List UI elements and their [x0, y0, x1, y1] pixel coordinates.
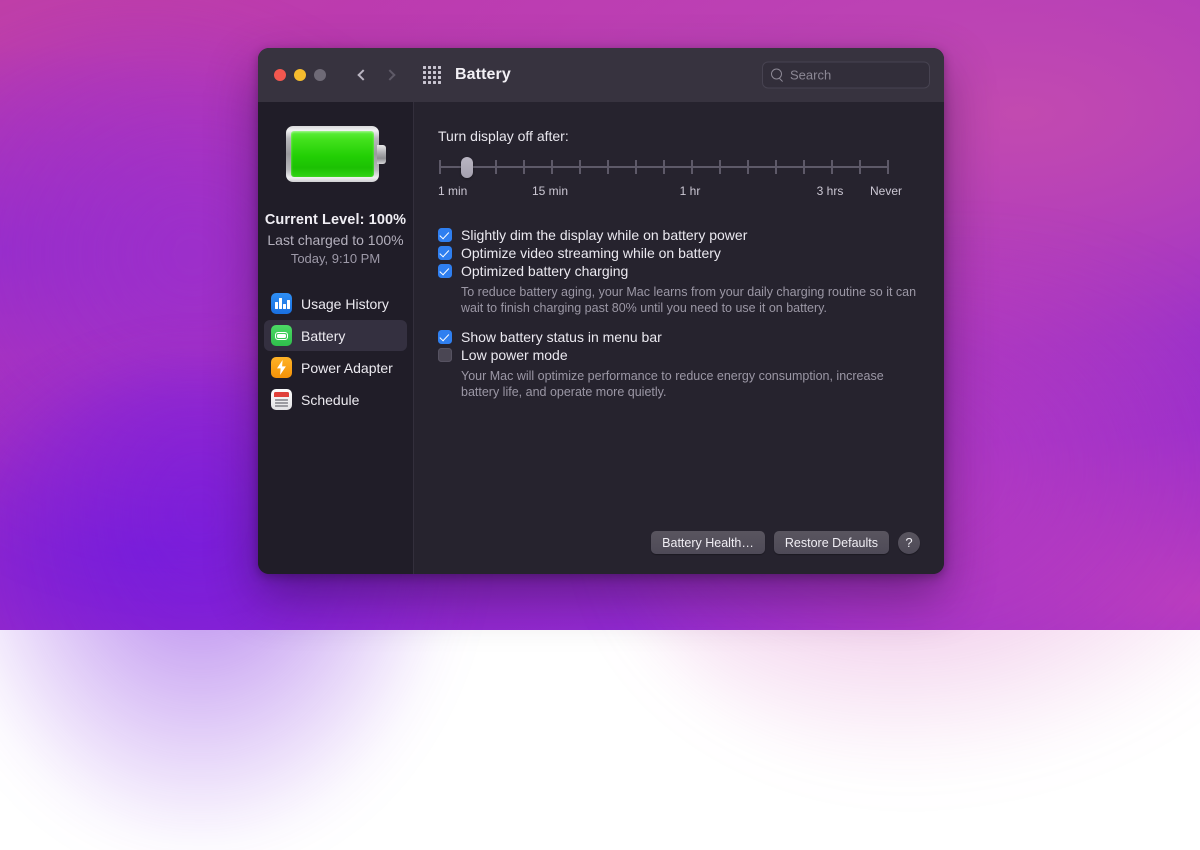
checkbox-group-optimized-charging: Optimized battery charging To reduce bat… [438, 262, 920, 316]
checkbox-group-low-power-mode: Low power mode Your Mac will optimize pe… [438, 346, 920, 400]
checkbox-dim-display[interactable] [438, 228, 452, 242]
forward-button[interactable] [381, 64, 399, 86]
checkbox-label: Low power mode [461, 347, 568, 363]
battery-icon [271, 325, 292, 346]
battery-level-block: Current Level: 100% Last charged to 100%… [258, 212, 413, 266]
current-level-text: Current Level: 100% [264, 212, 407, 228]
checkbox-group-menu-bar-status: Show battery status in menu bar [438, 328, 920, 346]
power-adapter-icon [271, 357, 292, 378]
slider-ticks [439, 160, 889, 174]
slider-tick [551, 160, 553, 174]
window-body: Current Level: 100% Last charged to 100%… [258, 102, 944, 574]
charge-time-text: Today, 9:10 PM [290, 251, 381, 266]
checkbox-list: Slightly dim the display while on batter… [438, 226, 920, 400]
slider-tick [523, 160, 525, 174]
slider-tick-label: 15 min [531, 184, 569, 198]
footer-buttons: Battery Health… Restore Defaults ? [651, 531, 920, 554]
checkbox-row[interactable]: Slightly dim the display while on batter… [438, 226, 920, 244]
battery-terminal [376, 145, 386, 164]
battery-shell [285, 126, 379, 182]
slider-tick [495, 160, 497, 174]
battery-preferences-window: Battery Current Level: 100% Last charged… [258, 48, 944, 574]
checkbox-label: Slightly dim the display while on batter… [461, 227, 748, 243]
slider-tick-label: 1 hr [679, 184, 701, 198]
checkbox-label: Optimized battery charging [461, 263, 629, 279]
slider-tick [831, 160, 833, 174]
checkbox-row[interactable]: Low power mode [438, 346, 920, 364]
checkbox-row[interactable]: Optimized battery charging [438, 262, 920, 280]
traffic-lights [274, 69, 326, 81]
checkbox-group-optimize-video: Optimize video streaming while on batter… [438, 244, 920, 262]
battery-health-button[interactable]: Battery Health… [651, 531, 765, 554]
slider-tick [887, 160, 889, 174]
slider-tick-label: Never [869, 184, 903, 198]
content-pane: Turn display off after: 1 min 15 min 1 hr 3… [414, 102, 944, 574]
sidebar-item-label: Schedule [301, 391, 360, 408]
checkbox-show-battery-status[interactable] [438, 330, 452, 344]
slider-tick [859, 160, 861, 174]
schedule-icon [271, 389, 292, 410]
help-button[interactable]: ? [898, 531, 920, 554]
slider-tick [747, 160, 749, 174]
battery-full-icon [285, 126, 386, 182]
slider-tick [719, 160, 721, 174]
slider-label: Turn display off after: [438, 128, 569, 144]
sidebar-item-power-adapter[interactable]: Power Adapter [264, 352, 407, 383]
slider-tick [663, 160, 665, 174]
checkbox-group-dim-display: Slightly dim the display while on batter… [438, 226, 920, 244]
checkbox-label: Show battery status in menu bar [461, 329, 662, 345]
slider-tick-label: 3 hrs [816, 184, 844, 198]
navigation-arrows [354, 64, 399, 86]
sidebar-item-label: Usage History [301, 295, 389, 312]
chevron-left-icon [357, 69, 369, 81]
sidebar-item-schedule[interactable]: Schedule [264, 384, 407, 415]
optimized-charging-description: To reduce battery aging, your Mac learns… [461, 285, 917, 315]
usage-history-icon [271, 293, 292, 314]
checkbox-row[interactable]: Optimize video streaming while on batter… [438, 244, 920, 262]
sidebar-item-battery[interactable]: Battery [264, 320, 407, 351]
search-icon [771, 68, 784, 82]
slider-tick [439, 160, 441, 174]
slider-tick [691, 160, 693, 174]
grid-view-icon[interactable] [423, 66, 441, 84]
minimize-button-icon[interactable] [294, 69, 306, 81]
back-button[interactable] [354, 64, 372, 86]
checkbox-low-power-mode[interactable] [438, 348, 452, 362]
slider-tick [607, 160, 609, 174]
battery-fill [290, 131, 374, 177]
close-button-icon[interactable] [274, 69, 286, 81]
window-titlebar: Battery [258, 48, 944, 102]
sidebar-item-usage-history[interactable]: Usage History [264, 288, 407, 319]
page-title: Battery [455, 66, 511, 83]
slider-tick [579, 160, 581, 174]
search-field[interactable] [762, 61, 930, 89]
low-power-mode-description: Your Mac will optimize performance to re… [461, 369, 884, 399]
sidebar-item-label: Battery [301, 327, 346, 344]
restore-defaults-button[interactable]: Restore Defaults [773, 531, 889, 554]
slider-thumb[interactable] [461, 157, 473, 178]
last-charged-text: Last charged to 100% [267, 232, 404, 248]
sidebar: Current Level: 100% Last charged to 100%… [258, 102, 414, 574]
display-sleep-slider[interactable]: 1 min 15 min 1 hr 3 hrs Never [438, 157, 920, 204]
slider-tick [635, 160, 637, 174]
checkbox-optimized-charging[interactable] [438, 264, 452, 278]
slider-tick [775, 160, 777, 174]
slider-tick-label: 1 min [438, 184, 468, 198]
search-input[interactable] [790, 67, 921, 83]
sidebar-item-label: Power Adapter [301, 359, 393, 376]
checkbox-optimize-video[interactable] [438, 246, 452, 260]
checkbox-label: Optimize video streaming while on batter… [461, 245, 721, 261]
checkbox-row[interactable]: Show battery status in menu bar [438, 328, 920, 346]
zoom-button-icon[interactable] [314, 69, 326, 81]
sidebar-list: Usage History Battery Power Adapter Sche… [258, 288, 413, 415]
chevron-right-icon [384, 69, 396, 81]
slider-tick [803, 160, 805, 174]
